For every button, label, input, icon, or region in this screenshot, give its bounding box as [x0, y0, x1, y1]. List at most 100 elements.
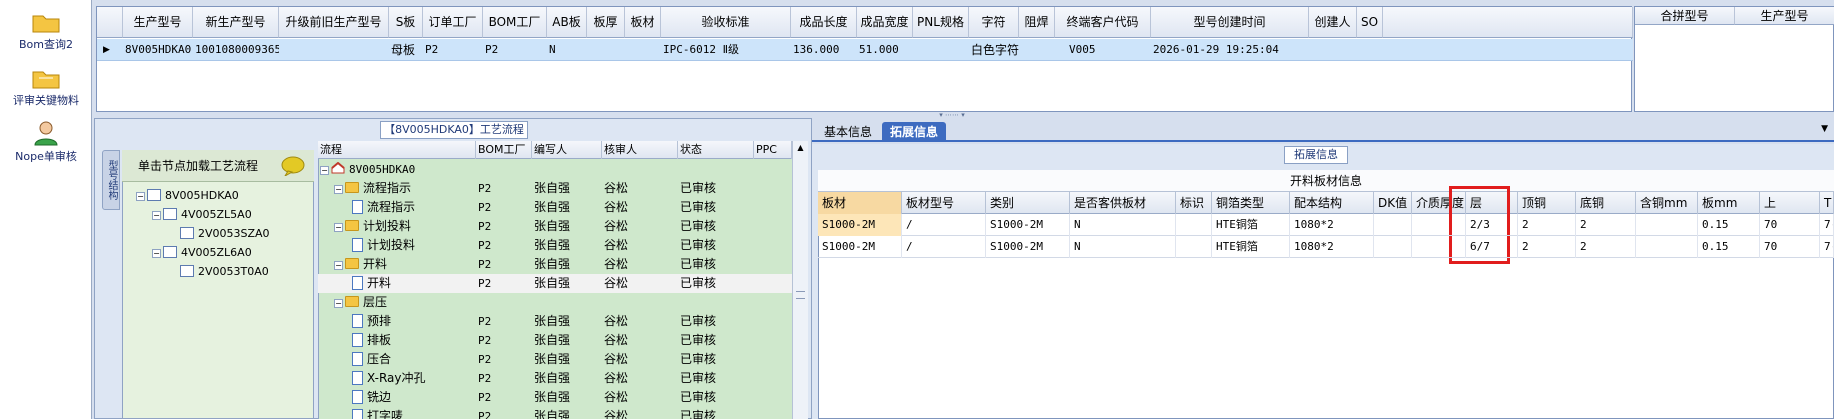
cell: 51.000 [859, 43, 899, 56]
column-header[interactable]: 板材 [625, 7, 661, 38]
collapse-icon[interactable]: − [334, 185, 343, 194]
flow-row[interactable]: − 计划投料 P2 张自强 谷松 已审核 [318, 217, 792, 236]
column-header[interactable]: 终端客户代码 [1055, 7, 1151, 38]
column-header[interactable]: 含铜mm [1636, 192, 1698, 214]
cell: 1080*2 [1290, 214, 1374, 236]
column-header[interactable]: T [1820, 192, 1834, 214]
table-row[interactable]: S1000-2M / S1000-2M N HTE铜箔 1080*2 6/7 2 2 0.15 70… [818, 236, 1834, 258]
column-header[interactable]: 配本结构 [1290, 192, 1374, 214]
column-header[interactable]: 合拼型号 [1635, 7, 1735, 25]
column-header[interactable]: AB板 [547, 7, 587, 38]
column-header[interactable]: 生产型号 [123, 7, 193, 38]
flow-row[interactable]: − 流程指示 P2 张自强 谷松 已审核 [318, 179, 792, 198]
scrollbar-vertical[interactable]: ▲ [792, 141, 808, 419]
table-row[interactable]: S1000-2M / S1000-2M N HTE铜箔 1080*2 2/3 2 2 0.15 70… [818, 214, 1834, 236]
column-header[interactable]: SO [1357, 7, 1383, 38]
column-header[interactable]: BOM工厂 [483, 7, 547, 38]
tree-node[interactable]: − 4V005ZL6A0 [152, 245, 252, 261]
column-header[interactable]: PNL规格 [913, 7, 969, 38]
column-header[interactable]: 是否客供板材 [1070, 192, 1176, 214]
flow-row[interactable]: − 层压 [318, 293, 792, 312]
column-header[interactable]: 编写人 [532, 141, 602, 159]
flow-row[interactable]: − 开料 P2 张自强 谷松 已审核 [318, 255, 792, 274]
flow-step[interactable]: 铣边 [352, 388, 391, 407]
column-header[interactable]: 上 [1760, 192, 1820, 214]
column-header[interactable]: 型号创建时间 [1151, 7, 1309, 38]
collapse-icon[interactable]: − [334, 223, 343, 232]
flow-row[interactable]: 打字唛 P2 张自强 谷松 已审核 [318, 407, 792, 419]
flow-step[interactable]: − 开料 [334, 255, 387, 274]
tab-extended-info[interactable]: 拓展信息 [882, 122, 947, 142]
flow-step[interactable]: − 8V005HDKA0 [320, 160, 415, 179]
column-header[interactable]: 底铜 [1576, 192, 1636, 214]
flow-step[interactable]: 压合 [352, 350, 391, 369]
flow-row[interactable]: 预排 P2 张自强 谷松 已审核 [318, 312, 792, 331]
folder-icon [32, 71, 60, 89]
launcher-item-key-material[interactable]: 评审关键物料 [0, 66, 92, 108]
column-header[interactable]: S板 [389, 7, 423, 38]
tree-node[interactable]: − 4V005ZL5A0 [152, 207, 252, 223]
flow-row[interactable]: X-Ray冲孔 P2 张自强 谷松 已审核 [318, 369, 792, 388]
column-header[interactable]: 升级前旧生产型号 [279, 7, 389, 38]
collapse-icon[interactable]: − [152, 249, 161, 258]
scroll-grip-icon[interactable] [796, 291, 805, 299]
column-header[interactable]: 新生产型号 [193, 7, 279, 38]
launcher-item-bom-query[interactable]: Bom查询2 [0, 10, 92, 52]
collapse-icon[interactable]: − [334, 261, 343, 270]
column-header[interactable]: 标识 [1176, 192, 1212, 214]
flow-step[interactable]: X-Ray冲孔 [352, 369, 425, 388]
column-header[interactable]: 字符 [969, 7, 1019, 38]
column-header[interactable]: 板厚 [587, 7, 625, 38]
column-header[interactable]: 顶铜 [1518, 192, 1576, 214]
tab-basic-info[interactable]: 基本信息 [816, 122, 880, 142]
flow-step[interactable]: − 层压 [334, 293, 387, 312]
column-header[interactable]: 板材 [818, 192, 902, 214]
collapse-icon[interactable]: − [320, 166, 329, 175]
flow-step[interactable]: 打字唛 [352, 407, 403, 419]
column-header[interactable]: 订单工厂 [423, 7, 483, 38]
flow-row[interactable]: 排板 P2 张自强 谷松 已审核 [318, 331, 792, 350]
flow-step[interactable]: − 流程指示 [334, 179, 411, 198]
column-header[interactable]: 成品长度 [791, 7, 857, 38]
flow-row[interactable]: 计划投料 P2 张自强 谷松 已审核 [318, 236, 792, 255]
tree-node[interactable]: 2V0053SZA0 [180, 226, 270, 242]
column-header[interactable]: 成品宽度 [857, 7, 913, 38]
flow-row[interactable]: 流程指示 P2 张自强 谷松 已审核 [318, 198, 792, 217]
flow-row[interactable]: 铣边 P2 张自强 谷松 已审核 [318, 388, 792, 407]
scroll-up-icon[interactable]: ▲ [793, 141, 808, 155]
cell: HTE铜箔 [1212, 214, 1290, 236]
column-header[interactable]: 类别 [986, 192, 1070, 214]
flow-step[interactable]: 开料 [352, 274, 391, 293]
flow-row[interactable]: − 8V005HDKA0 [318, 160, 792, 179]
collapse-icon[interactable]: − [334, 299, 343, 308]
column-header[interactable]: DK值 [1374, 192, 1412, 214]
column-header[interactable]: 验收标准 [661, 7, 791, 38]
column-header[interactable]: 板材型号 [902, 192, 986, 214]
column-header[interactable]: PPC [754, 141, 792, 159]
launcher-item-nope-review[interactable]: Nope单审核 [0, 120, 92, 164]
column-header[interactable]: 核审人 [602, 141, 678, 159]
collapse-icon[interactable]: − [152, 211, 161, 220]
flow-step[interactable]: 预排 [352, 312, 391, 331]
column-header[interactable]: 流程 [318, 141, 476, 159]
table-row[interactable]: ▶ 8V005HDKA0 10010800093650 母板 P2 P2 N I… [97, 39, 1633, 61]
flow-step[interactable]: 流程指示 [352, 198, 415, 217]
column-header[interactable]: 阻焊 [1019, 7, 1055, 38]
dropdown-arrow-icon[interactable]: ▼ [1821, 124, 1828, 134]
collapse-icon[interactable]: − [136, 192, 145, 201]
flow-step[interactable]: − 计划投料 [334, 217, 411, 236]
flow-bom: P2 [478, 258, 492, 271]
column-header[interactable]: 生产型号 [1735, 7, 1834, 25]
column-header[interactable]: 铜箔类型 [1212, 192, 1290, 214]
column-header[interactable]: 板mm [1698, 192, 1760, 214]
column-header[interactable]: 创建人 [1309, 7, 1357, 38]
flow-step[interactable]: 计划投料 [352, 236, 415, 255]
flow-row[interactable]: 压合 P2 张自强 谷松 已审核 [318, 350, 792, 369]
tree-node[interactable]: − 8V005HDKA0 [136, 188, 239, 204]
tree-node[interactable]: 2V0053T0A0 [180, 264, 269, 280]
flow-row[interactable]: 开料 P2 张自强 谷松 已审核 [318, 274, 792, 293]
column-header[interactable]: 状态 [678, 141, 754, 159]
tab-model-structure[interactable]: 型号结构 [102, 150, 120, 210]
column-header[interactable]: BOM工厂 [476, 141, 532, 159]
flow-step[interactable]: 排板 [352, 331, 391, 350]
